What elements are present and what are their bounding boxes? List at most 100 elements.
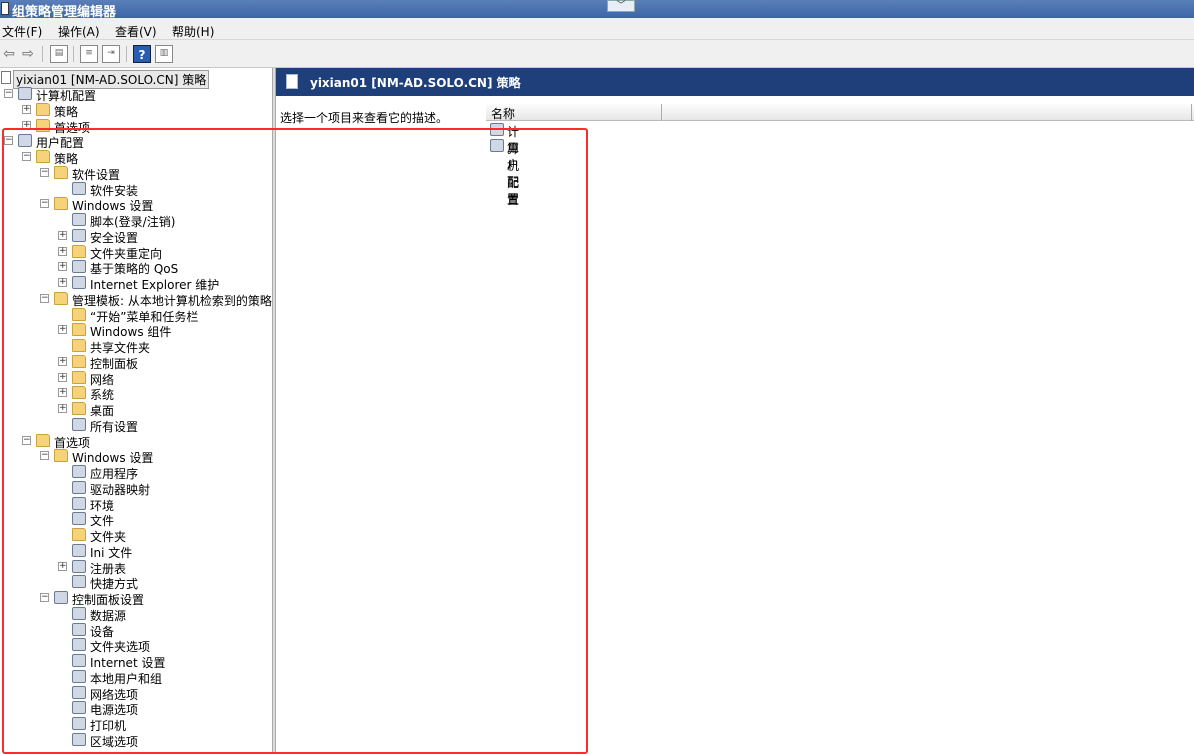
menu-action[interactable]: 操作(A)	[58, 23, 100, 40]
window-menu-button[interactable]: ﹀	[607, 0, 635, 12]
shortcut-icon	[72, 575, 86, 589]
users-icon	[18, 134, 32, 148]
drive-map-icon	[72, 480, 86, 494]
expand-toggle[interactable]: +	[58, 262, 67, 272]
expand-toggle[interactable]: +	[58, 230, 67, 240]
folder-icon	[72, 307, 86, 321]
folder-icon	[54, 197, 68, 211]
collapse-toggle[interactable]: −	[22, 152, 31, 161]
tree-item-label: 桌面	[90, 404, 115, 418]
tree-item-label: 首选项	[54, 120, 91, 135]
computer-icon	[490, 123, 504, 136]
device-icon	[72, 622, 86, 636]
collapse-toggle[interactable]: −	[4, 136, 13, 146]
collapse-toggle[interactable]: −	[40, 293, 49, 303]
forward-button[interactable]: ⇨	[19, 45, 37, 63]
expand-toggle[interactable]: +	[58, 325, 67, 335]
tree-item-label: 文件夹选项	[90, 640, 151, 655]
console-tree: yixian01 [NM-AD.SOLO.CN] 策略 − 计算机配置 + 策略 + 首选…	[0, 68, 272, 752]
expand-toggle[interactable]: +	[58, 372, 67, 382]
folder-icon	[72, 339, 86, 352]
collapse-toggle[interactable]: −	[4, 89, 13, 98]
tree-item-label: 文件	[90, 514, 115, 529]
details-header: yixian01 [NM-AD.SOLO.CN] 策略	[276, 68, 1194, 96]
collapse-toggle[interactable]: −	[40, 593, 49, 602]
expand-toggle[interactable]: +	[22, 120, 31, 130]
folder-icon	[54, 291, 68, 305]
software-install-icon	[72, 181, 86, 195]
expand-toggle[interactable]: +	[58, 246, 67, 256]
policy-doc-icon	[286, 74, 298, 89]
tree-item-label: 安全设置	[90, 230, 139, 245]
tree-item-label: Ini 文件	[90, 545, 133, 560]
collapse-toggle[interactable]: −	[40, 199, 49, 209]
registry-icon	[72, 559, 86, 573]
expand-toggle[interactable]: +	[58, 561, 67, 571]
toolbar: ⇦ ⇨ ▤ ≡ ⇥ ? ▥	[0, 40, 1194, 68]
ie-icon	[72, 276, 86, 289]
back-button[interactable]: ⇦	[0, 45, 18, 63]
column-name[interactable]: 名称	[491, 105, 515, 122]
expand-toggle[interactable]: +	[58, 388, 67, 398]
tree-item-label: 软件安装	[90, 183, 139, 198]
tree-item-label: 策略	[54, 104, 79, 119]
application-icon	[72, 465, 86, 478]
menu-help[interactable]: 帮助(H)	[172, 23, 214, 40]
tree-item-label: 管理模板: 从本地计算机检索到的策略	[72, 293, 272, 308]
menu-view[interactable]: 查看(V)	[115, 23, 157, 40]
export-list-icon[interactable]: ⇥	[102, 45, 120, 63]
menu-bar: 文件(F) 操作(A) 查看(V) 帮助(H)	[0, 18, 1194, 40]
internet-settings-icon	[72, 654, 86, 667]
folder-icon	[36, 150, 50, 163]
collapse-toggle[interactable]: −	[22, 435, 31, 445]
toolbar-separator	[126, 46, 127, 62]
folder-icon	[36, 433, 50, 447]
all-settings-icon	[72, 417, 86, 431]
chart-icon	[72, 260, 86, 274]
script-icon	[72, 213, 86, 226]
folder-icon	[72, 386, 86, 400]
tree-item-label: “开始”菜单和任务栏	[90, 309, 199, 324]
folder-icon	[54, 449, 68, 463]
file-icon	[72, 512, 86, 526]
toolbar-separator	[42, 46, 43, 62]
security-icon	[72, 228, 86, 242]
tree-item-label: 软件设置	[72, 167, 121, 182]
tree-item-label: 驱动器映射	[90, 482, 151, 497]
expand-toggle[interactable]: +	[22, 104, 31, 114]
folder-icon	[72, 528, 86, 541]
properties-icon[interactable]: ≡	[80, 45, 98, 63]
help-icon[interactable]: ?	[133, 45, 151, 63]
expand-toggle[interactable]: +	[58, 356, 67, 366]
folder-icon	[72, 244, 86, 258]
show-tree-icon[interactable]: ▤	[50, 45, 68, 63]
folder-icon	[72, 354, 86, 368]
tree-item-label: 所有设置	[90, 419, 139, 434]
tree-item-label: 环境	[90, 498, 115, 513]
menu-file[interactable]: 文件(F)	[2, 23, 42, 40]
collapse-toggle[interactable]: −	[40, 167, 49, 177]
expand-toggle[interactable]: +	[58, 404, 67, 413]
description-text: 选择一个项目来查看它的描述。	[280, 111, 449, 125]
app-icon	[1, 2, 9, 15]
collapse-toggle[interactable]: −	[40, 451, 49, 461]
tree-item-label: 应用程序	[90, 467, 139, 481]
tree-item-label: 数据源	[90, 608, 127, 623]
tree-item-label: Windows 组件	[90, 325, 172, 340]
tree-item-label: 首选项	[54, 435, 91, 450]
regional-options-icon	[72, 732, 86, 746]
folder-icon	[72, 370, 86, 384]
folder-icon	[36, 118, 50, 132]
environment-icon	[72, 496, 86, 510]
local-users-icon	[72, 669, 86, 683]
details-title: yixian01 [NM-AD.SOLO.CN] 策略	[310, 76, 521, 90]
column-header[interactable]: 名称	[486, 104, 1194, 121]
action-pane-icon[interactable]: ▥	[155, 45, 173, 63]
tree-item-label: 共享文件夹	[90, 341, 151, 355]
expand-toggle[interactable]: +	[58, 278, 67, 287]
data-source-icon	[72, 606, 86, 620]
tree-item-label: 基于策略的 QoS	[90, 262, 179, 277]
column-divider[interactable]	[1191, 104, 1192, 121]
column-divider[interactable]	[661, 104, 662, 121]
computer-icon	[18, 87, 32, 100]
